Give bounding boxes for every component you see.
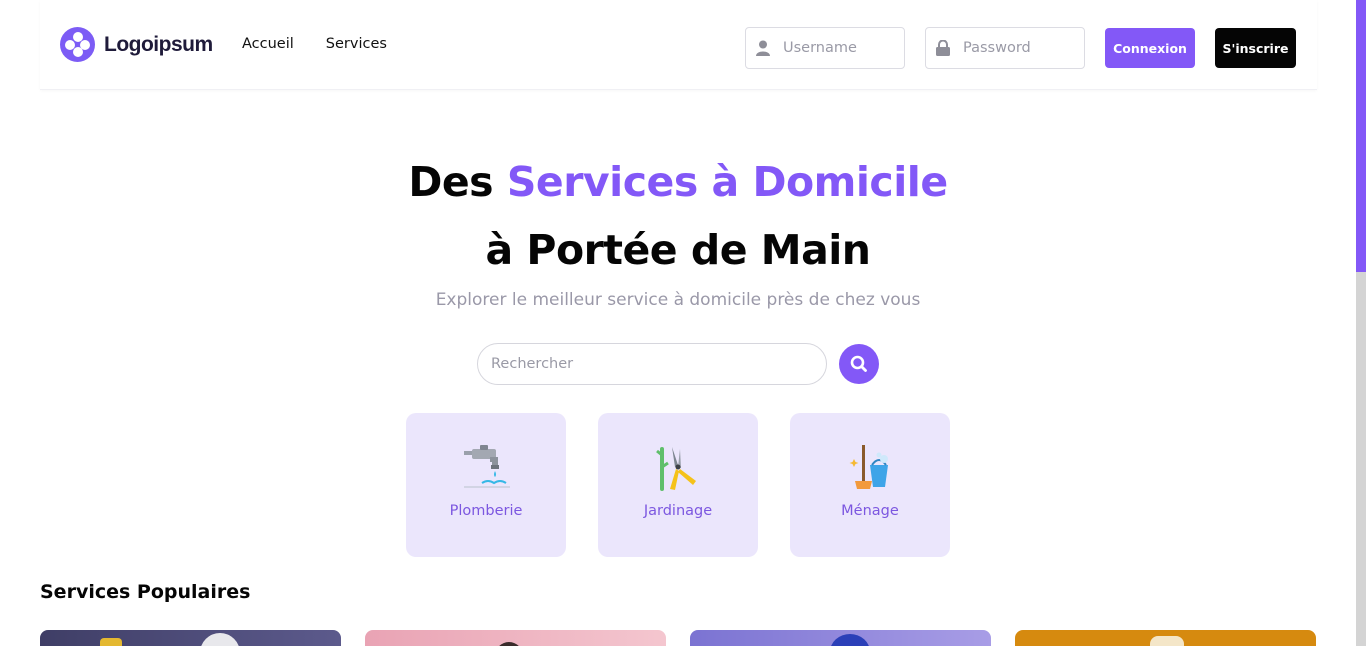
service-card-image [200,633,240,646]
service-card-image [1150,636,1184,646]
faucet-icon [464,445,510,488]
password-input[interactable] [963,40,1073,56]
service-card[interactable] [40,630,341,646]
page: Logoipsum Accueil Services Connexion S'i… [0,0,1366,646]
service-card-image-detail [100,638,122,646]
scrollbar-thumb[interactable] [1356,0,1366,272]
search-input[interactable] [491,356,811,372]
cleaning-bucket-icon [849,445,888,489]
header: Logoipsum Accueil Services Connexion S'i… [40,0,1317,90]
user-icon [756,40,770,56]
category-label: Ménage [841,503,899,519]
lock-icon [936,39,950,56]
signup-button[interactable]: S'inscrire [1215,28,1296,68]
scrollbar[interactable] [1356,0,1366,646]
username-field[interactable] [745,27,905,69]
password-field[interactable] [925,27,1085,69]
logo-icon [60,27,95,62]
search-button[interactable] [839,344,879,384]
hero-title-line-2: à Portée de Main [485,226,871,274]
service-card-image [495,642,523,646]
category-card-plomberie[interactable]: Plomberie [406,413,566,557]
brand-name: Logoipsum [104,32,213,56]
category-card-menage[interactable]: Ménage [790,413,950,557]
search-box[interactable] [477,343,827,385]
service-card[interactable] [690,630,991,646]
service-card[interactable] [1015,630,1316,646]
username-input[interactable] [783,40,893,56]
service-card-image [830,634,870,646]
search-icon [850,355,867,372]
category-list: Plomberie Jardinage Ménage [406,413,950,557]
main-nav: Accueil Services [242,36,387,52]
nav-link-accueil[interactable]: Accueil [242,36,294,52]
service-card[interactable] [365,630,666,646]
hero-title-part: Des [408,158,507,206]
hero-title: Des Services à Domicile à Portée de Main [0,148,1356,284]
logo[interactable]: Logoipsum [60,27,213,62]
hero-subtitle: Explorer le meilleur service à domicile … [435,290,921,310]
popular-services-list [40,630,1316,646]
popular-services-title: Services Populaires [40,581,251,603]
category-label: Jardinage [643,503,713,519]
category-card-jardinage[interactable]: Jardinage [598,413,758,557]
category-label: Plomberie [449,503,523,519]
hero-title-accent: Services à Domicile [506,158,948,206]
pruning-shears-icon [656,447,696,491]
nav-link-services[interactable]: Services [326,36,387,52]
login-button[interactable]: Connexion [1105,28,1195,68]
